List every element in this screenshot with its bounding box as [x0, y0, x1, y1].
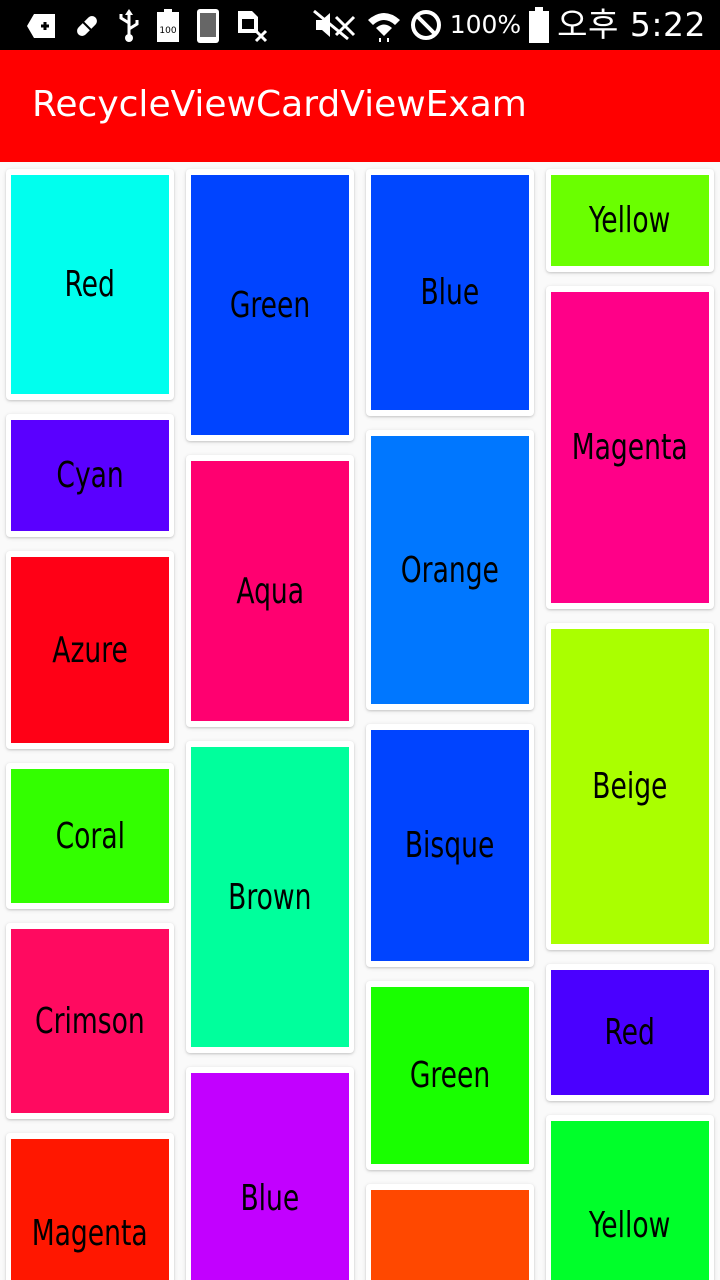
card-label: Orange — [400, 549, 500, 591]
card-label: Aqua — [236, 570, 304, 612]
app-title: RecycleViewCardViewExam — [32, 84, 527, 125]
card-label: Magenta — [572, 427, 688, 468]
color-card[interactable]: Orange — [366, 430, 534, 710]
color-card[interactable]: Coral — [6, 763, 174, 909]
wifi-icon — [366, 9, 402, 42]
card-label: Cyan — [56, 455, 124, 496]
status-time: 오후 5:22 — [557, 5, 706, 44]
block-icon — [410, 9, 442, 41]
card-grid[interactable]: Red Cyan Azure Coral Crimson Magenta Gre… — [0, 162, 720, 1280]
color-tile: Magenta — [551, 292, 709, 603]
color-card[interactable]: Aqua — [186, 455, 354, 727]
status-bar: 100 100% 오후 5:22 — [0, 0, 720, 50]
card-label: Blue — [240, 1177, 300, 1219]
sim-x-icon — [236, 10, 268, 43]
color-card[interactable]: Yellow — [546, 169, 714, 272]
color-tile: Orange — [371, 436, 529, 704]
color-card[interactable]: Bisque — [366, 724, 534, 967]
card-label: Red — [64, 264, 116, 305]
color-card[interactable]: Brown — [186, 741, 354, 1053]
color-card[interactable]: Green — [366, 981, 534, 1170]
app-bar: RecycleViewCardViewExam — [0, 50, 720, 162]
mute-icon — [312, 9, 358, 41]
color-tile: Green — [371, 987, 529, 1164]
color-tile: Cyan — [11, 420, 169, 531]
color-tile — [371, 1190, 529, 1280]
color-tile: Bisque — [371, 730, 529, 961]
svg-text:100: 100 — [159, 26, 176, 36]
color-card[interactable]: Azure — [6, 551, 174, 749]
color-tile: Green — [191, 175, 349, 435]
card-label: Brown — [228, 876, 312, 918]
color-card[interactable]: Green — [186, 169, 354, 441]
battery-saver-icon: 100 — [156, 9, 180, 42]
color-tile: Aqua — [191, 461, 349, 721]
color-card[interactable] — [366, 1184, 534, 1280]
color-card[interactable]: Blue — [366, 169, 534, 416]
card-label: Magenta — [32, 1212, 148, 1254]
usb-icon — [118, 9, 140, 42]
color-tile: Blue — [371, 175, 529, 410]
color-tile: Brown — [191, 747, 349, 1047]
card-label: Coral — [55, 815, 125, 857]
color-card[interactable]: Red — [6, 169, 174, 400]
color-tile: Azure — [11, 557, 169, 743]
card-label: Yellow — [589, 200, 671, 241]
notification-plus-icon — [26, 10, 56, 42]
color-tile: Red — [11, 175, 169, 394]
battery-icon — [529, 7, 550, 43]
color-tile: Crimson — [11, 929, 169, 1113]
card-label: Blue — [420, 272, 480, 313]
card-label: Yellow — [589, 1204, 671, 1246]
color-card[interactable]: Yellow — [546, 1115, 714, 1280]
color-tile: Blue — [191, 1073, 349, 1280]
card-label: Beige — [592, 766, 668, 807]
color-card[interactable]: Blue — [186, 1067, 354, 1280]
card-label: Green — [409, 1055, 491, 1096]
card-label: Crimson — [35, 1000, 145, 1042]
pill-icon — [72, 10, 102, 42]
color-card[interactable]: Cyan — [6, 414, 174, 537]
card-label: Azure — [52, 629, 128, 671]
card-label: Red — [604, 1012, 656, 1053]
battery-percent: 100% — [449, 10, 522, 39]
color-tile: Beige — [551, 629, 709, 944]
card-label: Green — [229, 284, 311, 326]
phone-screen-icon — [196, 9, 220, 43]
color-card[interactable]: Magenta — [6, 1133, 174, 1280]
color-tile: Magenta — [11, 1139, 169, 1280]
color-tile: Red — [551, 970, 709, 1095]
color-card[interactable]: Magenta — [546, 286, 714, 609]
color-card[interactable]: Red — [546, 964, 714, 1101]
color-tile: Yellow — [551, 175, 709, 266]
color-tile: Coral — [11, 769, 169, 903]
color-card[interactable]: Crimson — [6, 923, 174, 1119]
color-card[interactable]: Beige — [546, 623, 714, 950]
card-label: Bisque — [405, 825, 495, 866]
color-tile: Yellow — [551, 1121, 709, 1280]
